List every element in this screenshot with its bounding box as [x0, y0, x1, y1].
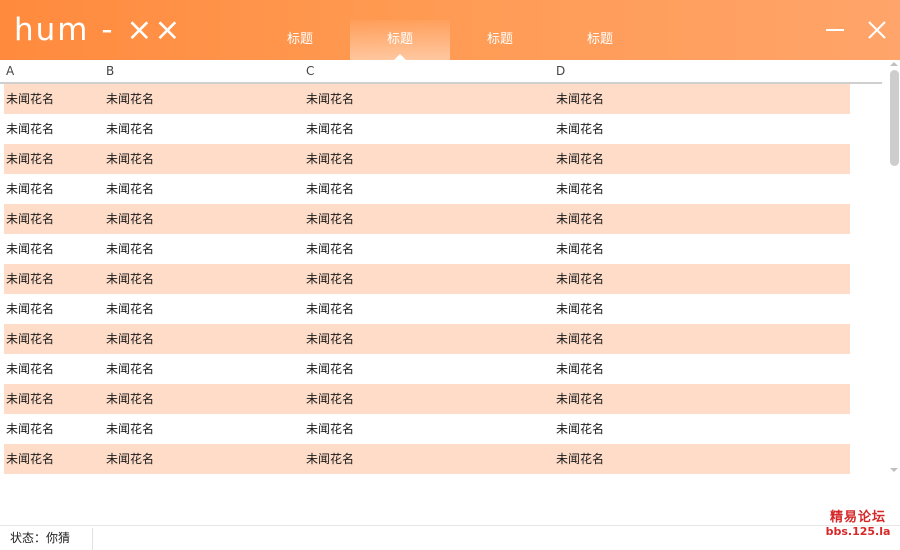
table-cell-d: 未闻花名: [556, 362, 605, 376]
column-header-d[interactable]: D: [556, 60, 565, 82]
watermark-line-2: bbs.125.la: [825, 525, 891, 538]
table-cell-d: 未闻花名: [556, 182, 605, 196]
table-cell-a: 未闻花名: [6, 452, 55, 466]
scroll-thumb[interactable]: [890, 70, 899, 166]
tab-4[interactable]: 标题: [550, 20, 650, 60]
scroll-up-arrow-icon[interactable]: [890, 62, 898, 66]
table-row[interactable]: 未闻花名 未闻花名 未闻花名 未闻花名: [4, 324, 850, 354]
table-row[interactable]: 未闻花名 未闻花名 未闻花名 未闻花名: [4, 84, 850, 114]
title-bar[interactable]: hum - ×× 标题 标题 标题 标题: [0, 0, 900, 60]
table-cell-d: 未闻花名: [556, 152, 605, 166]
tab-1[interactable]: 标题: [250, 20, 350, 60]
forum-watermark: 精易论坛 bbs.125.la: [824, 510, 892, 538]
table-row[interactable]: 未闻花名 未闻花名 未闻花名 未闻花名: [4, 114, 850, 144]
grid-body: 未闻花名 未闻花名 未闻花名 未闻花名 未闻花名 未闻花名 未闻花名 未闻花名 未闻花名 未闻花名…: [4, 84, 850, 474]
table-cell-c: 未闻花名: [306, 182, 355, 196]
table-cell-b: 未闻花名: [106, 452, 155, 466]
table-row[interactable]: 未闻花名 未闻花名 未闻花名 未闻花名: [4, 264, 850, 294]
table-cell-c: 未闻花名: [306, 362, 355, 376]
table-cell-c: 未闻花名: [306, 422, 355, 436]
table-cell-c: 未闻花名: [306, 122, 355, 136]
table-cell-a: 未闻花名: [6, 392, 55, 406]
table-cell-a: 未闻花名: [6, 212, 55, 226]
table-cell-b: 未闻花名: [106, 272, 155, 286]
minimize-button[interactable]: [821, 16, 849, 44]
table-cell-a: 未闻花名: [6, 152, 55, 166]
table-cell-d: 未闻花名: [556, 122, 605, 136]
app-title: hum - ××: [14, 12, 183, 48]
table-cell-d: 未闻花名: [556, 422, 605, 436]
status-divider: [92, 528, 93, 550]
app-window: hum - ×× 标题 标题 标题 标题 A B C D 未闻花名 未闻花名 未闻花…: [0, 0, 900, 550]
column-header-c[interactable]: C: [306, 60, 314, 82]
table-cell-a: 未闻花名: [6, 332, 55, 346]
table-cell-a: 未闻花名: [6, 182, 55, 196]
table-cell-c: 未闻花名: [306, 152, 355, 166]
data-grid[interactable]: A B C D 未闻花名 未闻花名 未闻花名 未闻花名 未闻花名 未闻花名 未闻花名 未闻花名…: [0, 60, 886, 480]
table-cell-b: 未闻花名: [106, 242, 155, 256]
table-cell-a: 未闻花名: [6, 362, 55, 376]
table-cell-d: 未闻花名: [556, 272, 605, 286]
table-row[interactable]: 未闻花名 未闻花名 未闻花名 未闻花名: [4, 384, 850, 414]
table-cell-b: 未闻花名: [106, 182, 155, 196]
table-row[interactable]: 未闻花名 未闻花名 未闻花名 未闻花名: [4, 294, 850, 324]
table-cell-b: 未闻花名: [106, 212, 155, 226]
table-cell-b: 未闻花名: [106, 122, 155, 136]
grid-header: A B C D: [0, 60, 882, 84]
close-icon: [868, 21, 886, 39]
table-row[interactable]: 未闻花名 未闻花名 未闻花名 未闻花名: [4, 444, 850, 474]
table-cell-d: 未闻花名: [556, 452, 605, 466]
table-cell-c: 未闻花名: [306, 302, 355, 316]
tab-3[interactable]: 标题: [450, 20, 550, 60]
table-cell-a: 未闻花名: [6, 242, 55, 256]
table-row[interactable]: 未闻花名 未闻花名 未闻花名 未闻花名: [4, 354, 850, 384]
table-cell-b: 未闻花名: [106, 332, 155, 346]
table-row[interactable]: 未闻花名 未闻花名 未闻花名 未闻花名: [4, 174, 850, 204]
tab-2[interactable]: 标题: [350, 20, 450, 60]
vertical-scrollbar[interactable]: [888, 60, 900, 480]
table-cell-d: 未闻花名: [556, 92, 605, 106]
table-cell-d: 未闻花名: [556, 242, 605, 256]
table-row[interactable]: 未闻花名 未闻花名 未闻花名 未闻花名: [4, 204, 850, 234]
table-cell-b: 未闻花名: [106, 152, 155, 166]
table-cell-c: 未闻花名: [306, 92, 355, 106]
table-cell-b: 未闻花名: [106, 92, 155, 106]
table-cell-c: 未闻花名: [306, 212, 355, 226]
table-cell-a: 未闻花名: [6, 422, 55, 436]
table-cell-d: 未闻花名: [556, 302, 605, 316]
table-cell-b: 未闻花名: [106, 422, 155, 436]
table-cell-a: 未闻花名: [6, 122, 55, 136]
minimize-icon: [826, 29, 844, 31]
status-bar: 状态：你猜: [0, 525, 900, 550]
table-row[interactable]: 未闻花名 未闻花名 未闻花名 未闻花名: [4, 144, 850, 174]
column-header-b[interactable]: B: [106, 60, 114, 82]
column-header-a[interactable]: A: [6, 60, 14, 82]
table-cell-b: 未闻花名: [106, 362, 155, 376]
table-cell-b: 未闻花名: [106, 302, 155, 316]
table-cell-c: 未闻花名: [306, 242, 355, 256]
scroll-down-arrow-icon[interactable]: [890, 468, 898, 472]
status-text: 状态：你猜: [10, 531, 71, 545]
tab-bar: 标题 标题 标题 标题: [250, 20, 650, 60]
table-cell-d: 未闻花名: [556, 212, 605, 226]
table-cell-d: 未闻花名: [556, 392, 605, 406]
table-cell-c: 未闻花名: [306, 272, 355, 286]
table-cell-a: 未闻花名: [6, 302, 55, 316]
table-cell-d: 未闻花名: [556, 332, 605, 346]
table-cell-a: 未闻花名: [6, 272, 55, 286]
table-cell-b: 未闻花名: [106, 392, 155, 406]
close-button[interactable]: [863, 16, 891, 44]
table-row[interactable]: 未闻花名 未闻花名 未闻花名 未闻花名: [4, 234, 850, 264]
table-row[interactable]: 未闻花名 未闻花名 未闻花名 未闻花名: [4, 414, 850, 444]
table-cell-c: 未闻花名: [306, 332, 355, 346]
table-cell-a: 未闻花名: [6, 92, 55, 106]
table-cell-c: 未闻花名: [306, 452, 355, 466]
watermark-line-1: 精易论坛: [829, 510, 886, 525]
table-cell-c: 未闻花名: [306, 392, 355, 406]
